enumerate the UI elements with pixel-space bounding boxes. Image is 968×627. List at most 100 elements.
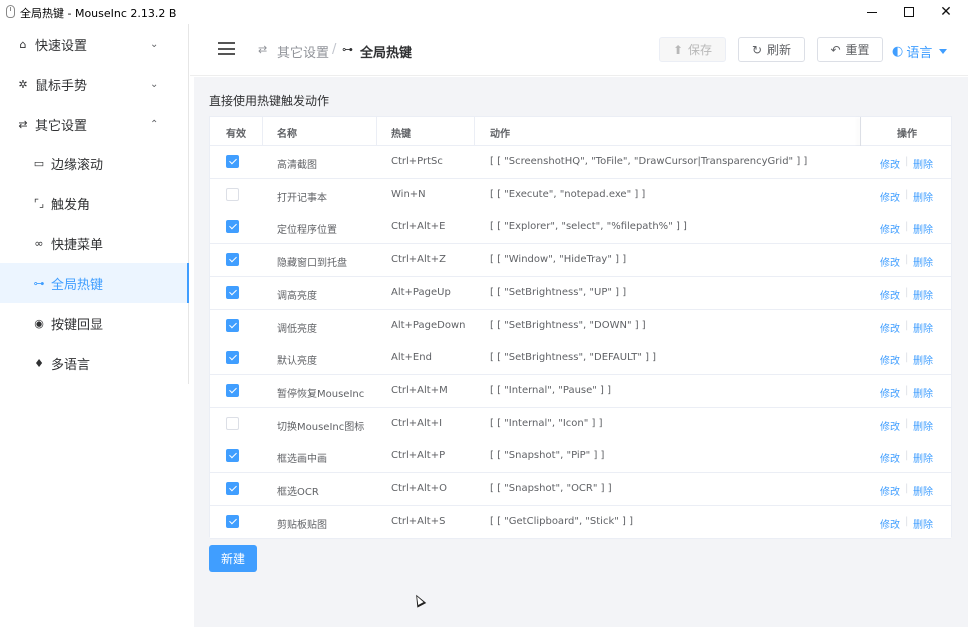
enabled-checkbox[interactable] bbox=[226, 351, 239, 365]
sidebar-item-label: 触发角 bbox=[51, 197, 91, 213]
sidebar-item[interactable]: ✲ 鼠标手势 ⌄ bbox=[0, 64, 189, 104]
sidebar-item-label: 边缘滚动 bbox=[51, 157, 104, 173]
enabled-checkbox[interactable] bbox=[226, 383, 239, 397]
enabled-checkbox[interactable] bbox=[226, 253, 239, 267]
language-label: 语言 bbox=[906, 46, 933, 61]
hotkey-action: [ [ "Snapshot", "PiP" ] ] bbox=[490, 450, 605, 462]
sidebar-item[interactable]: ▭ 边缘滚动 bbox=[0, 143, 189, 183]
hotkey-combo: Alt+End bbox=[391, 352, 432, 364]
hotkey-action: [ [ "SetBrightness", "DEFAULT" ] ] bbox=[490, 352, 657, 364]
table-row: 隐藏窗口到托盘 Ctrl+Alt+Z [ [ "Window", "HideTray… bbox=[210, 244, 951, 278]
delete-link[interactable]: 删除 bbox=[913, 352, 933, 367]
enabled-checkbox[interactable] bbox=[226, 514, 239, 528]
minimize-button[interactable] bbox=[853, 0, 891, 24]
table-row: 调高亮度 Alt+PageUp [ [ "SetBrightness", "UP" … bbox=[210, 276, 951, 310]
sidebar-item[interactable]: ⊶ 全局热键 bbox=[0, 263, 189, 303]
delete-link[interactable]: 删除 bbox=[913, 418, 933, 433]
operation-separator: | bbox=[905, 417, 909, 429]
operation-separator: | bbox=[905, 156, 909, 167]
edit-link[interactable]: 修改 bbox=[880, 418, 900, 433]
hotkey-action: [ [ "GetClipboard", "Stick" ] ] bbox=[490, 515, 633, 527]
window-title: 全局热键 - MouseInc 2.13.2 B bbox=[20, 7, 177, 20]
edit-link[interactable]: 修改 bbox=[880, 254, 900, 269]
operation-separator: | bbox=[905, 515, 909, 527]
enabled-checkbox[interactable] bbox=[226, 220, 239, 234]
hotkey-name: 调低亮度 bbox=[277, 323, 317, 335]
edit-link[interactable]: 修改 bbox=[880, 221, 900, 236]
table-row: 调低亮度 Alt+PageDown [ [ "SetBrightness", "DO… bbox=[210, 309, 951, 343]
hotkey-name: 调高亮度 bbox=[277, 290, 317, 302]
enabled-checkbox[interactable] bbox=[226, 482, 239, 495]
enabled-checkbox[interactable] bbox=[226, 187, 239, 201]
operation-separator: | bbox=[905, 352, 909, 364]
hotkey-action: [ [ "Window", "HideTray" ] ] bbox=[490, 254, 627, 266]
sidebar-item[interactable]: ⌂ 快速设置 ⌄ bbox=[0, 24, 189, 64]
maximize-button[interactable] bbox=[890, 0, 928, 24]
new-hotkey-button[interactable]: 新建 bbox=[209, 545, 257, 572]
edit-link[interactable]: 修改 bbox=[880, 189, 900, 204]
gear-icon: ✲ bbox=[18, 77, 28, 91]
edit-link[interactable]: 修改 bbox=[880, 483, 900, 498]
hotkey-name: 剪贴板贴图 bbox=[277, 519, 327, 531]
sidebar-item-label: 按键回显 bbox=[51, 317, 104, 333]
sidebar-item[interactable]: ∞ 快捷菜单 bbox=[0, 223, 189, 263]
hotkey-action: [ [ "Snapshot", "OCR" ] ] bbox=[490, 483, 612, 494]
hotkey-combo: Ctrl+Alt+O bbox=[391, 483, 447, 494]
enabled-checkbox[interactable] bbox=[226, 449, 239, 463]
save-button[interactable]: ⬆ 保存 bbox=[659, 37, 726, 62]
delete-link[interactable]: 删除 bbox=[913, 516, 933, 531]
hotkey-action: [ [ "Execute", "notepad.exe" ] ] bbox=[490, 188, 646, 200]
delete-link[interactable]: 删除 bbox=[913, 483, 933, 498]
enabled-checkbox[interactable] bbox=[226, 285, 239, 299]
table-row: 高清截图 Ctrl+PrtSc [ [ "ScreenshotHQ", "ToFil… bbox=[210, 146, 951, 179]
delete-link[interactable]: 删除 bbox=[913, 221, 933, 236]
language-icon: ◐ bbox=[892, 44, 904, 59]
close-button[interactable]: ✕ bbox=[927, 0, 965, 24]
edit-link[interactable]: 修改 bbox=[880, 320, 900, 335]
delete-link[interactable]: 删除 bbox=[913, 254, 933, 269]
language-dropdown[interactable]: ◐ 语言 bbox=[892, 42, 948, 61]
reset-button[interactable]: ↶ 重置 bbox=[817, 37, 883, 62]
sidebar-item[interactable]: ⇄ 其它设置 ⌃ bbox=[0, 104, 189, 144]
operation-separator: | bbox=[905, 450, 909, 462]
enabled-checkbox[interactable] bbox=[226, 318, 239, 332]
refresh-button-label: 刷新 bbox=[767, 43, 792, 57]
delete-link[interactable]: 删除 bbox=[913, 189, 933, 204]
hotkey-combo: Win+N bbox=[391, 188, 426, 200]
enabled-checkbox[interactable] bbox=[226, 155, 239, 168]
refresh-button[interactable]: ↻ 刷新 bbox=[738, 37, 805, 62]
eye-icon: ◉ bbox=[34, 316, 44, 330]
sidebar: ⌂ 快速设置 ⌄ ✲ 鼠标手势 ⌄ ⇄ 其它设置 ⌃ ▭ 边缘滚动 ⌜⌟ 触发角 ∞ 快捷菜单 ⊶ 全局热键 ◉ 按… bbox=[0, 24, 189, 384]
menu-toggle-icon[interactable] bbox=[218, 42, 235, 55]
sidebar-item[interactable]: ♦ 多语言 bbox=[0, 343, 189, 383]
maximize-icon bbox=[904, 7, 914, 17]
edit-link[interactable]: 修改 bbox=[880, 516, 900, 531]
edit-link[interactable]: 修改 bbox=[880, 287, 900, 302]
sidebar-item[interactable]: ◉ 按键回显 bbox=[0, 303, 189, 343]
edit-link[interactable]: 修改 bbox=[880, 450, 900, 465]
edit-link[interactable]: 修改 bbox=[880, 156, 900, 171]
undo-icon: ↶ bbox=[830, 42, 841, 57]
hotkey-name: 高清截图 bbox=[277, 160, 317, 171]
hotkey-action: [ [ "SetBrightness", "DOWN" ] ] bbox=[490, 319, 646, 331]
column-header-hotkey: 热键 bbox=[391, 129, 411, 140]
edit-link[interactable]: 修改 bbox=[880, 385, 900, 400]
breadcrumb-item-other-settings[interactable]: 其它设置 bbox=[277, 42, 329, 61]
delete-link[interactable]: 删除 bbox=[913, 385, 933, 400]
mouse-icon bbox=[6, 5, 15, 18]
sidebar-item[interactable]: ⌜⌟ 触发角 bbox=[0, 183, 189, 223]
delete-link[interactable]: 删除 bbox=[913, 450, 933, 465]
table-row: 默认亮度 Alt+End [ [ "SetBrightness", "DEFAULT… bbox=[210, 342, 951, 376]
close-icon: ✕ bbox=[940, 4, 952, 20]
delete-link[interactable]: 删除 bbox=[913, 320, 933, 335]
main-content: 直接使用热键触发动作 有效 名称 热键 动作 操作 高清截图 Ctrl+PrtSc… bbox=[194, 77, 968, 627]
delete-link[interactable]: 删除 bbox=[913, 287, 933, 302]
delete-link[interactable]: 删除 bbox=[913, 156, 933, 171]
section-title: 直接使用热键触发动作 bbox=[209, 94, 330, 108]
hotkey-name: 暂停恢复MouseInc bbox=[277, 388, 365, 400]
edit-link[interactable]: 修改 bbox=[880, 352, 900, 367]
hotkey-name: 隐藏窗口到托盘 bbox=[277, 258, 347, 270]
hotkey-combo: Ctrl+Alt+Z bbox=[391, 254, 446, 266]
sidebar-item-label: 全局热键 bbox=[51, 277, 104, 293]
enabled-checkbox[interactable] bbox=[226, 416, 239, 430]
